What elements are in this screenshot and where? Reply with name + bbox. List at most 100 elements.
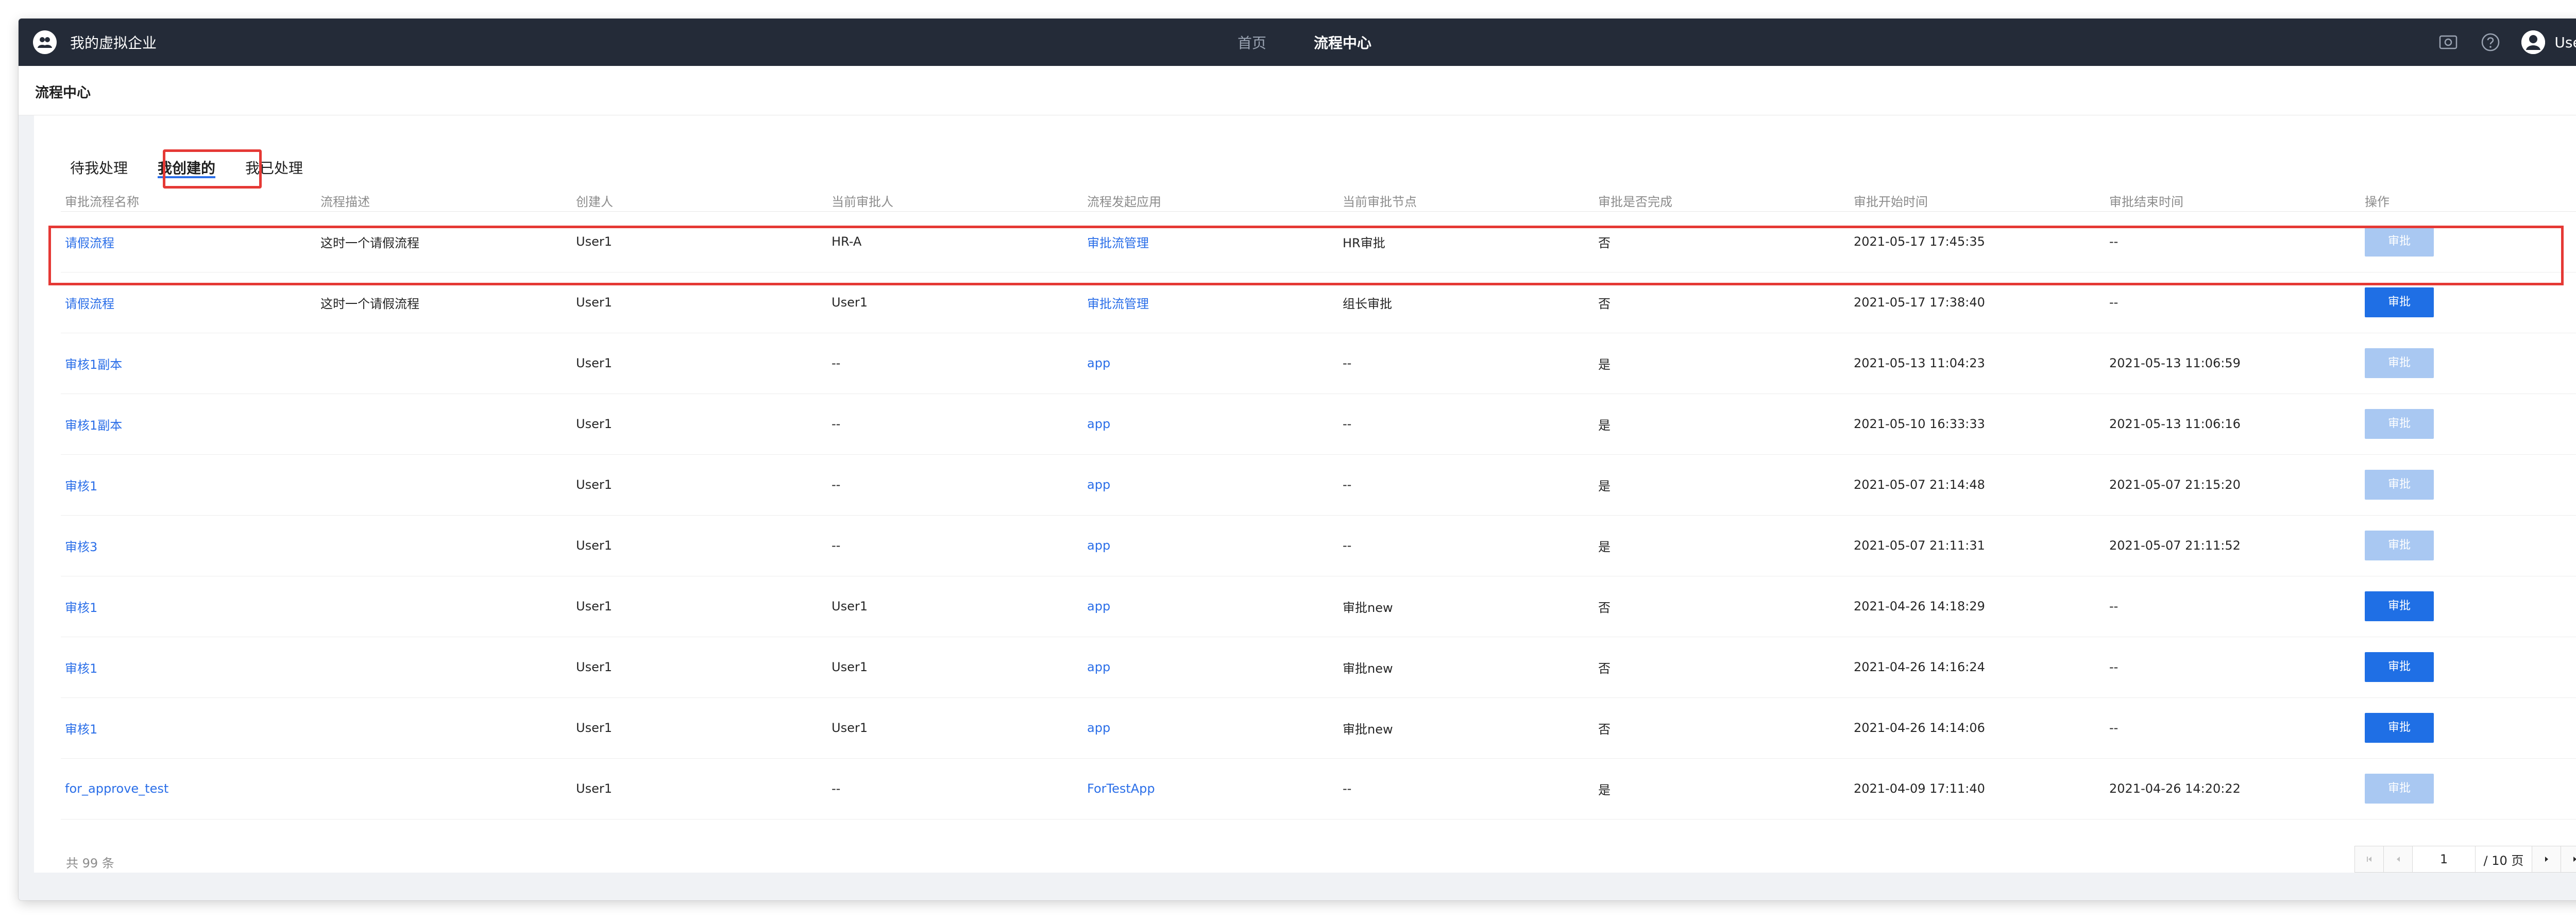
user-group-icon [33, 30, 57, 54]
tab-processed[interactable]: 我已处理 [236, 150, 312, 184]
current-approver-cell: User1 [827, 272, 1083, 333]
brand[interactable]: 我的虚拟企业 [33, 19, 157, 66]
table-header-row: 审批流程名称 流程描述 创建人 当前审批人 流程发起应用 当前审批节点 审批是否… [61, 191, 2576, 212]
main-nav: 首页 流程中心 [1238, 19, 1419, 66]
column-header[interactable]: 审批开始时间 [1850, 191, 2105, 212]
start-time-cell: 2021-05-17 17:45:35 [1850, 211, 2105, 272]
table-row: 请假流程 这时一个请假流程 User1 HR-A 审批流管理 HR审批否 2021-05-1… [61, 211, 2576, 272]
creator-cell: User1 [572, 272, 827, 333]
completed-cell: 否 [1594, 697, 1850, 759]
nav-item-process-center[interactable]: 流程中心 [1314, 32, 1371, 53]
end-time-cell: -- [2105, 697, 2361, 759]
creator-cell: User1 [572, 454, 827, 516]
column-header[interactable]: 流程发起应用 [1083, 191, 1338, 212]
action-cell: 审批 [2361, 394, 2576, 455]
approve-button[interactable]: 审批 [2365, 348, 2434, 378]
start-time-cell: 2021-04-26 14:14:06 [1850, 697, 2105, 759]
start-time-cell: 2021-05-17 17:38:40 [1850, 272, 2105, 333]
process-name-link[interactable]: 审核1副本 [61, 333, 316, 394]
process-description [316, 454, 572, 516]
tab-pending[interactable]: 待我处理 [61, 150, 137, 184]
tab-created-by-me[interactable]: 我创建的 [148, 150, 225, 184]
current-node-cell: -- [1338, 333, 1594, 394]
current-node-cell: 审批new [1338, 637, 1594, 698]
column-header[interactable]: 当前审批节点 [1338, 191, 1594, 212]
column-header[interactable]: 操作 [2361, 191, 2576, 212]
column-header[interactable]: 当前审批人 [827, 191, 1083, 212]
action-cell: 审批 [2361, 333, 2576, 394]
approve-button[interactable]: 审批 [2365, 591, 2434, 621]
page-header: 流程中心 [19, 66, 2576, 115]
process-name-link[interactable]: 请假流程 [61, 211, 316, 272]
action-cell: 审批 [2361, 576, 2576, 637]
screenshot-icon[interactable] [2438, 32, 2459, 53]
start-time-cell: 2021-05-10 16:33:33 [1850, 394, 2105, 455]
process-name-link[interactable]: 请假流程 [61, 272, 316, 333]
process-name-link[interactable]: 审核1 [61, 637, 316, 698]
current-approver-cell: -- [827, 515, 1083, 576]
last-page-icon[interactable] [2561, 846, 2576, 872]
end-time-cell: -- [2105, 576, 2361, 637]
action-cell: 审批 [2361, 637, 2576, 698]
process-name-link[interactable]: for_approve_test [61, 758, 316, 820]
help-icon[interactable] [2480, 32, 2501, 53]
process-name-link[interactable]: 审核1副本 [61, 394, 316, 455]
creator-cell: User1 [572, 394, 827, 455]
completed-cell: 是 [1594, 333, 1850, 394]
process-description [316, 637, 572, 698]
current-node-cell: -- [1338, 394, 1594, 455]
page-number-input[interactable] [2413, 846, 2476, 872]
approve-button[interactable]: 审批 [2365, 774, 2434, 804]
process-description: 这时一个请假流程 [316, 211, 572, 272]
source-app-link[interactable]: app [1083, 333, 1338, 394]
completed-cell: 是 [1594, 515, 1850, 576]
approve-button[interactable]: 审批 [2365, 713, 2434, 743]
source-app-link[interactable]: app [1083, 637, 1338, 698]
approve-button[interactable]: 审批 [2365, 531, 2434, 560]
user-name: User1 [2554, 33, 2576, 51]
process-description [316, 515, 572, 576]
column-header[interactable]: 创建人 [572, 191, 827, 212]
prev-page-icon[interactable] [2384, 846, 2413, 872]
process-description: 这时一个请假流程 [316, 272, 572, 333]
start-time-cell: 2021-04-09 17:11:40 [1850, 758, 2105, 820]
source-app-link[interactable]: app [1083, 576, 1338, 637]
approve-button[interactable]: 审批 [2365, 227, 2434, 257]
column-header[interactable]: 审批流程名称 [61, 191, 316, 212]
approve-button[interactable]: 审批 [2365, 470, 2434, 500]
process-name-link[interactable]: 审核1 [61, 576, 316, 637]
completed-cell: 否 [1594, 576, 1850, 637]
source-app-link[interactable]: 审批流管理 [1083, 211, 1338, 272]
creator-cell: User1 [572, 758, 827, 820]
current-node-cell: 审批new [1338, 697, 1594, 759]
source-app-link[interactable]: app [1083, 697, 1338, 759]
current-node-cell: -- [1338, 515, 1594, 576]
brand-name: 我的虚拟企业 [70, 35, 157, 52]
approve-button[interactable]: 审批 [2365, 652, 2434, 682]
next-page-icon[interactable] [2532, 846, 2561, 872]
completed-cell: 否 [1594, 272, 1850, 333]
action-cell: 审批 [2361, 515, 2576, 576]
column-header[interactable]: 流程描述 [316, 191, 572, 212]
end-time-cell: 2021-05-13 11:06:16 [2105, 394, 2361, 455]
current-approver-cell: -- [827, 394, 1083, 455]
column-header[interactable]: 审批结束时间 [2105, 191, 2361, 212]
pagination: / 10 页 [2354, 846, 2576, 873]
source-app-link[interactable]: app [1083, 394, 1338, 455]
source-app-link[interactable]: 审批流管理 [1083, 272, 1338, 333]
process-description [316, 697, 572, 759]
approve-button[interactable]: 审批 [2365, 409, 2434, 439]
first-page-icon[interactable] [2355, 846, 2384, 872]
column-header[interactable]: 审批是否完成 [1594, 191, 1850, 212]
source-app-link[interactable]: app [1083, 454, 1338, 516]
nav-item-home[interactable]: 首页 [1238, 32, 1266, 53]
process-name-link[interactable]: 审核1 [61, 454, 316, 516]
process-name-link[interactable]: 审核1 [61, 697, 316, 759]
current-node-cell: -- [1338, 758, 1594, 820]
source-app-link[interactable]: ForTestApp [1083, 758, 1338, 820]
user-menu[interactable]: User1 [2521, 30, 2576, 54]
source-app-link[interactable]: app [1083, 515, 1338, 576]
process-name-link[interactable]: 审核3 [61, 515, 316, 576]
current-approver-cell: -- [827, 758, 1083, 820]
approve-button[interactable]: 审批 [2365, 287, 2434, 317]
